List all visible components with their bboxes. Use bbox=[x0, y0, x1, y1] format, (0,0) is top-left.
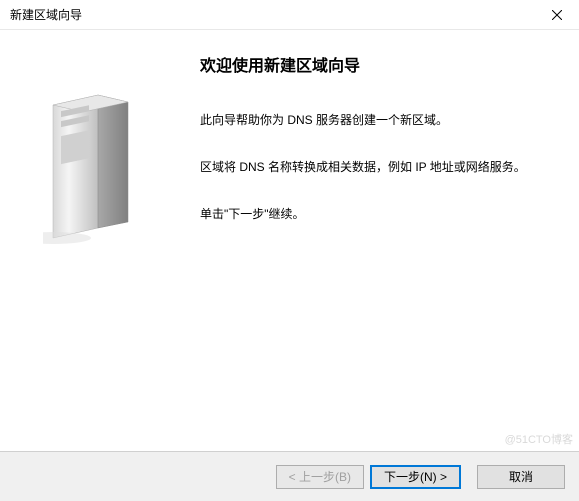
window-title: 新建区域向导 bbox=[10, 6, 82, 23]
close-icon bbox=[552, 10, 562, 20]
intro-paragraph-3: 单击"下一步"继续。 bbox=[200, 205, 549, 224]
cancel-button[interactable]: 取消 bbox=[477, 465, 565, 489]
intro-paragraph-1: 此向导帮助你为 DNS 服务器创建一个新区域。 bbox=[200, 111, 549, 130]
text-panel: 欢迎使用新建区域向导 此向导帮助你为 DNS 服务器创建一个新区域。 区域将 D… bbox=[180, 30, 579, 450]
server-tower-icon bbox=[43, 90, 138, 245]
watermark-text: @51CTO博客 bbox=[505, 431, 573, 447]
back-button[interactable]: < 上一步(B) bbox=[276, 465, 364, 489]
intro-paragraph-2: 区域将 DNS 名称转换成相关数据，例如 IP 地址或网络服务。 bbox=[200, 158, 549, 177]
next-button[interactable]: 下一步(N) > bbox=[370, 465, 461, 489]
welcome-heading: 欢迎使用新建区域向导 bbox=[200, 52, 549, 76]
wizard-content: 欢迎使用新建区域向导 此向导帮助你为 DNS 服务器创建一个新区域。 区域将 D… bbox=[0, 30, 579, 450]
close-button[interactable] bbox=[534, 0, 579, 30]
titlebar: 新建区域向导 bbox=[0, 0, 579, 30]
button-bar: < 上一步(B) 下一步(N) > 取消 bbox=[0, 451, 579, 501]
image-panel bbox=[0, 30, 180, 450]
